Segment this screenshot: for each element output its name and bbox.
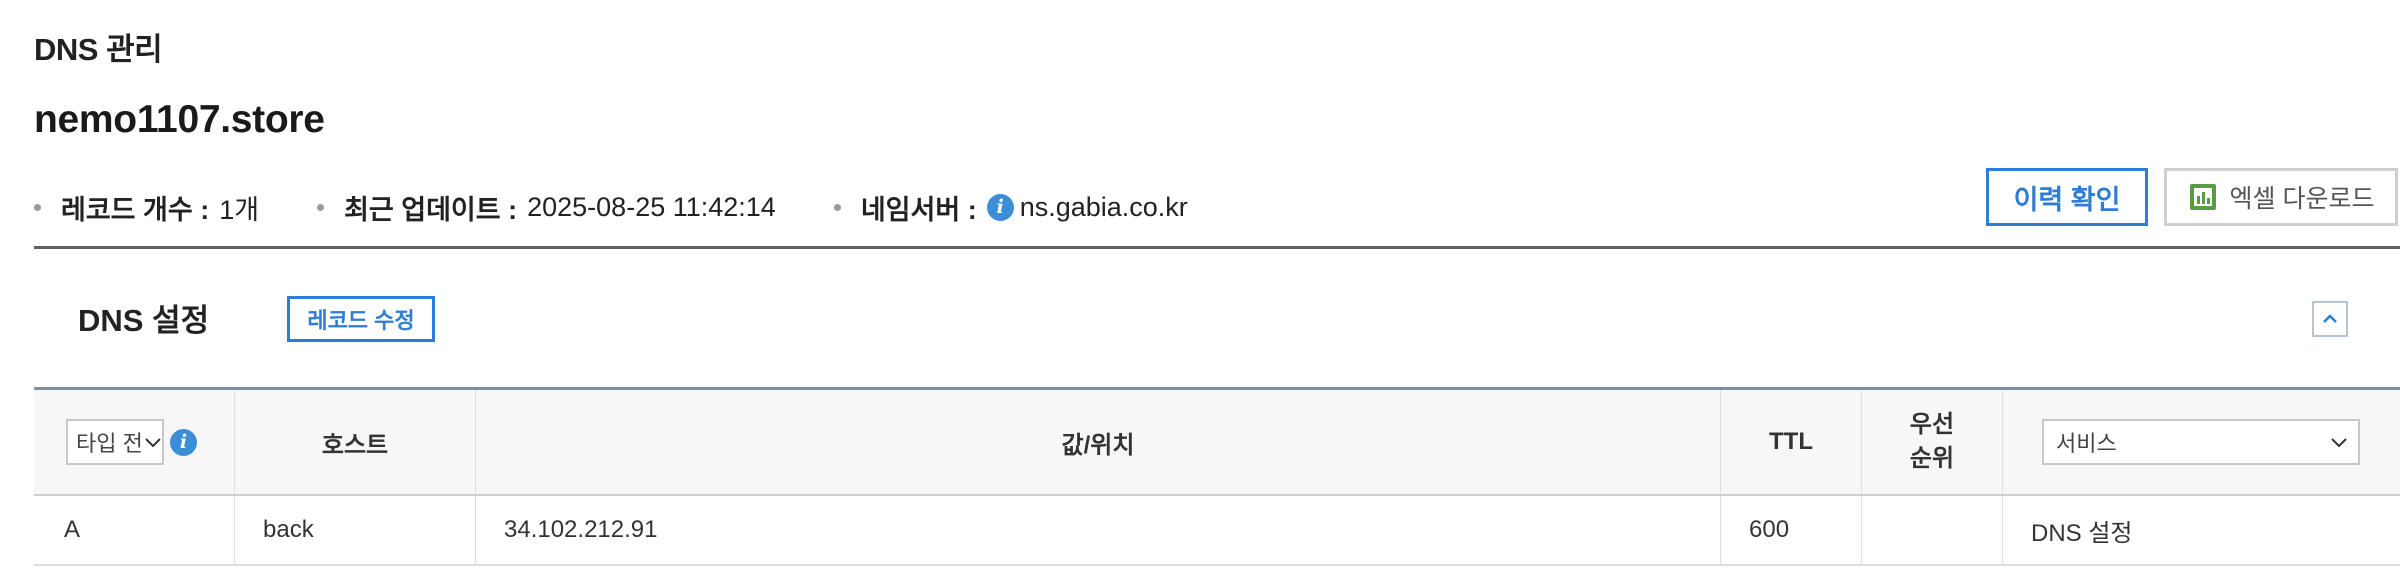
record-count-value: 1개 [219, 194, 260, 225]
record-service: DNS 설정 [2031, 519, 2133, 547]
bullet-dot [317, 203, 325, 211]
chevron-down-icon [2331, 438, 2347, 448]
chevron-down-icon [145, 438, 161, 448]
domain-info-row: 레코드 개수 : 1개 최근 업데이트 : 2025-08-25 11:42:1… [34, 186, 1246, 228]
type-filter-value: 타입 전 [76, 431, 143, 456]
service-filter-select[interactable]: 서비스 [2042, 419, 2360, 465]
type-filter-cell: 타입 전 i [34, 390, 234, 494]
type-filter-select[interactable]: 타입 전 [66, 419, 164, 465]
dns-settings-title: DNS 설정 [78, 303, 210, 338]
last-updated-value: 2025-08-25 11:42:14 [527, 191, 776, 222]
excel-download-button[interactable]: 엑셀 다운로드 [2164, 168, 2398, 226]
service-filter-cell: 서비스 [2003, 390, 2400, 494]
record-ttl: 600 [1749, 516, 1790, 543]
record-priority [1862, 496, 2002, 564]
domain-title: nemo1107.store [34, 98, 325, 141]
value-header: 값/위치 [1061, 431, 1135, 459]
bullet-dot [34, 203, 41, 211]
record-host: back [263, 516, 314, 543]
record-value: 34.102.212.91 [504, 516, 658, 543]
record-count-label: 레코드 개수 : [61, 194, 210, 225]
edit-record-button[interactable]: 레코드 수정 [287, 296, 435, 342]
service-filter-value: 서비스 [2056, 431, 2117, 456]
info-icon[interactable]: i [170, 428, 197, 456]
table-row: A back 34.102.212.91 600 DNS 설정 [34, 496, 2400, 566]
host-header: 호스트 [321, 431, 389, 459]
record-type: A [64, 516, 81, 543]
info-icon[interactable]: i [986, 193, 1014, 221]
header-divider [34, 246, 2400, 249]
record-count: 레코드 개수 : 1개 [34, 188, 259, 227]
bullet-dot [833, 203, 841, 211]
ttl-header: TTL [1769, 428, 1813, 455]
excel-download-label: 엑셀 다운로드 [2229, 185, 2375, 213]
last-updated: 최근 업데이트 : 2025-08-25 11:42:14 [317, 188, 776, 227]
nameserver: 네임서버 : i ns.gabia.co.kr [833, 188, 1188, 227]
last-updated-label: 최근 업데이트 : [344, 194, 518, 225]
priority-header: 우선 순위 [1862, 390, 2002, 494]
dns-table-header: 타입 전 i 호스트 값/위치 TTL 우선 순위 서비스 [34, 390, 2400, 496]
excel-chart-icon [2189, 184, 2216, 210]
priority-header-line1: 우선 [1909, 411, 1955, 438]
collapse-button[interactable] [2312, 301, 2348, 337]
nameserver-value: ns.gabia.co.kr [1019, 191, 1188, 222]
priority-header-line2: 순위 [1909, 445, 1955, 472]
chevron-up-icon [2323, 314, 2337, 323]
page-label: DNS 관리 [34, 32, 163, 67]
history-button[interactable]: 이력 확인 [1986, 168, 2148, 226]
nameserver-label: 네임서버 : [860, 194, 977, 225]
